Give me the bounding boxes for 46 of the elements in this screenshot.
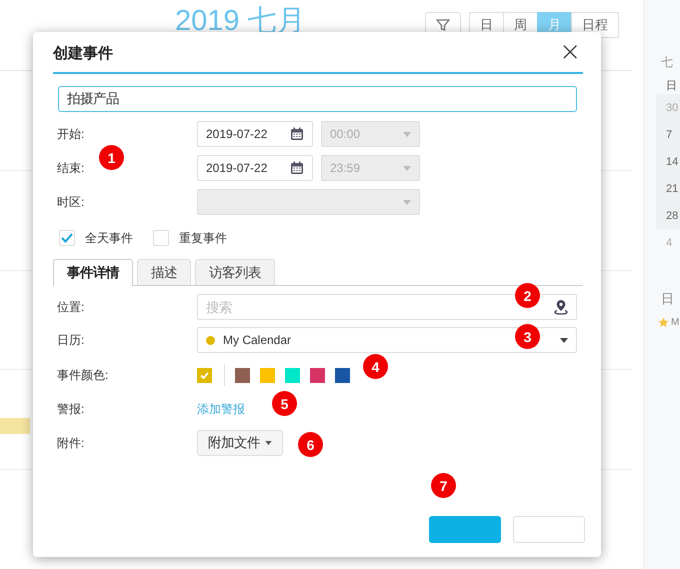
tab[interactable]: 事件详情 [53,259,133,286]
caret-icon [403,132,411,136]
field-label: 位置: [57,298,86,316]
filter-icon [436,18,450,32]
title-input[interactable]: 拍摄产品 [58,86,577,112]
date-cell[interactable]: 7 [666,128,672,140]
calendar-icon [290,161,304,175]
date-field[interactable]: 2019-07-22 [197,121,313,147]
date-field[interactable]: 2019-07-22 [197,155,313,181]
dialog-title: 创建事件 [53,44,113,62]
field-label: 时区: [57,194,86,210]
color-swatch[interactable] [285,368,300,382]
cancel-button[interactable] [513,516,585,543]
caret-icon [403,200,411,204]
field-label: 警报: [57,400,86,418]
field-label: 日历: [57,332,86,348]
checkbox-label: 全天事件 [85,230,133,246]
field-label: 附件: [57,434,86,452]
color-swatch[interactable] [235,368,250,382]
checkbox-label: 重复事件 [179,230,227,246]
tab[interactable]: 访客列表 [195,259,275,285]
field-label: 事件颜色: [57,366,110,384]
section-title: 日 [661,290,674,308]
color-swatch[interactable] [260,368,275,382]
event-bar[interactable] [0,418,30,434]
calendar-icon [290,127,304,141]
mini-calendar-month: 七 [661,54,673,71]
tab[interactable]: 描述 [137,259,191,285]
caret-icon [265,441,272,445]
caret-icon [560,338,568,342]
location-pin-icon [554,299,568,315]
save-button[interactable] [429,516,501,543]
timezone-select[interactable] [197,189,420,215]
field-label: 结束: [57,160,86,176]
weekday-label: 日 [666,79,677,93]
attach-file-button[interactable]: 附加文件 [197,430,283,456]
close-button[interactable]: × [559,39,581,65]
calendar-name[interactable]: M [671,317,680,328]
color-swatch[interactable] [197,368,212,382]
field-label: 开始: [57,126,86,142]
caret-icon [403,166,411,170]
star-icon [658,317,669,328]
checkbox[interactable] [153,230,169,246]
color-swatch[interactable] [310,368,325,382]
checkbox[interactable] [59,230,75,246]
color-swatch[interactable] [335,368,350,382]
